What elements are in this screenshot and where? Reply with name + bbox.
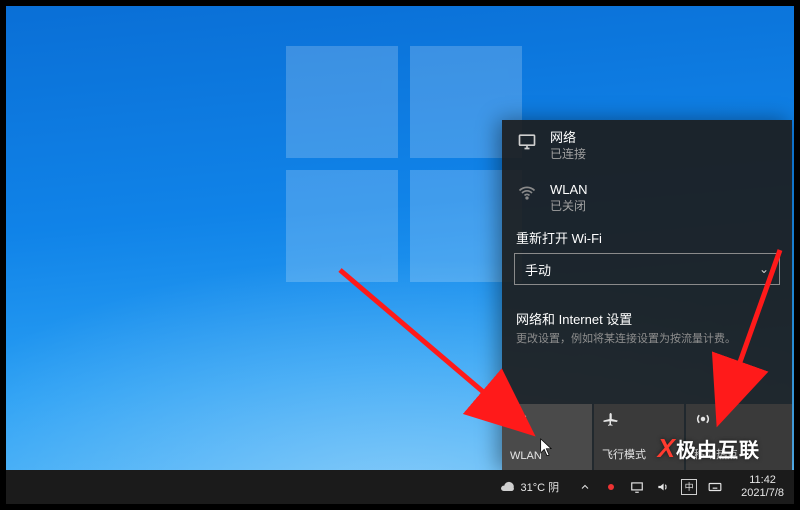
tray-volume-icon[interactable]: [655, 479, 671, 495]
tile-wlan[interactable]: WLAN: [502, 404, 592, 470]
taskbar-weather[interactable]: 31°C 阴: [489, 479, 570, 495]
taskbar-clock[interactable]: 11:42 2021/7/8: [731, 474, 794, 500]
clock-time: 11:42: [741, 474, 784, 487]
chevron-down-icon: ⌄: [759, 262, 769, 276]
wifi-off-icon: [516, 182, 538, 204]
quick-action-tiles: WLAN 飞行模式: [502, 404, 792, 470]
system-tray: 中: [569, 479, 731, 495]
tile-hotspot-label: 移动热点: [694, 446, 738, 462]
network-flyout: 网络 已连接 WLAN 已关闭 重新打开 Wi-Fi 手动 ⌄ 网络和 Inte…: [502, 120, 792, 470]
wifi-icon: [510, 410, 528, 428]
cloud-icon: [499, 479, 515, 495]
ethernet-title: 网络: [550, 130, 586, 146]
network-settings-link[interactable]: 网络和 Internet 设置: [502, 285, 792, 330]
tray-chevron-up-icon[interactable]: [577, 479, 593, 495]
tray-keyboard-icon[interactable]: [707, 479, 723, 495]
network-wlan-row[interactable]: WLAN 已关闭: [502, 172, 792, 224]
tile-hotspot[interactable]: 移动热点: [686, 404, 792, 470]
airplane-icon: [602, 410, 620, 428]
wlan-title: WLAN: [550, 182, 588, 198]
tile-wlan-label: WLAN: [510, 450, 542, 462]
tile-airplane-label: 飞行模式: [602, 446, 646, 462]
reopen-wifi-label: 重新打开 Wi-Fi: [502, 224, 792, 253]
tile-airplane[interactable]: 飞行模式: [594, 404, 684, 470]
network-ethernet-row[interactable]: 网络 已连接: [502, 120, 792, 172]
hotspot-icon: [694, 410, 712, 428]
weather-text: 31°C 阴: [521, 479, 560, 495]
windows-logo-watermark: [286, 46, 526, 286]
wlan-status: 已关闭: [550, 198, 588, 214]
ethernet-status: 已连接: [550, 146, 586, 162]
tray-record-icon[interactable]: [603, 479, 619, 495]
tray-ime-icon[interactable]: 中: [681, 479, 697, 495]
network-settings-sub: 更改设置，例如将某连接设置为按流量计费。: [502, 330, 792, 346]
taskbar: 31°C 阴 中 11:42 2021/7/8: [6, 470, 794, 504]
clock-date: 2021/7/8: [741, 487, 784, 500]
cursor-icon: [540, 438, 554, 458]
monitor-icon: [516, 130, 538, 152]
tray-monitor-icon[interactable]: [629, 479, 645, 495]
dropdown-value: 手动: [525, 260, 551, 279]
reopen-wifi-dropdown[interactable]: 手动 ⌄: [514, 253, 780, 285]
